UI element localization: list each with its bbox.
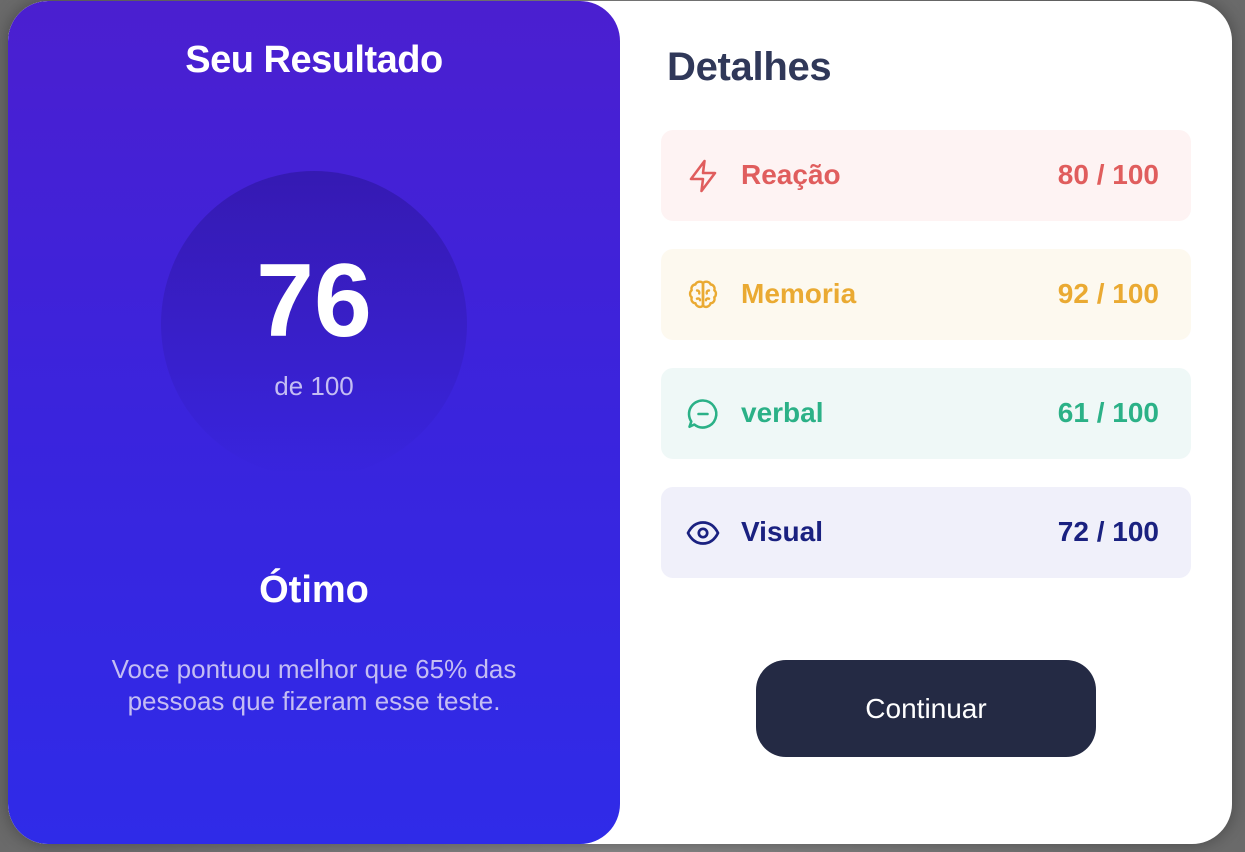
detail-row-reacao: Reação 80 / 100 <box>661 130 1191 221</box>
result-title: Seu Resultado <box>185 39 443 81</box>
detail-row-verbal: verbal 61 / 100 <box>661 368 1191 459</box>
rating-description: Voce pontuou melhor que 65% das pessoas … <box>111 654 517 716</box>
detail-row-visual: Visual 72 / 100 <box>661 487 1191 578</box>
result-panel: Seu Resultado 76 de 100 Ótimo Voce pontu… <box>8 1 620 844</box>
detail-value: 72 / 100 <box>1057 516 1159 547</box>
continue-button[interactable]: Continuar <box>756 660 1096 757</box>
detail-label: verbal <box>741 397 824 428</box>
results-card: Seu Resultado 76 de 100 Ótimo Voce pontu… <box>8 1 1232 844</box>
detail-label: Reação <box>741 159 841 190</box>
eye-icon <box>686 521 720 545</box>
score-circle: 76 de 100 <box>161 171 467 477</box>
lightning-icon <box>689 159 717 193</box>
detail-label: Visual <box>741 516 823 547</box>
details-title: Detalhes <box>667 45 832 89</box>
chat-icon <box>687 399 718 429</box>
score-max: de 100 <box>274 371 354 401</box>
detail-row-memoria: Memoria 92 / 100 <box>661 249 1191 340</box>
score-value: 76 <box>256 243 372 359</box>
detail-label: Memoria <box>741 278 857 309</box>
detail-value: 61 / 100 <box>1057 397 1159 428</box>
detail-value: 80 / 100 <box>1057 159 1159 190</box>
rating-label: Ótimo <box>259 569 369 611</box>
brain-icon <box>688 280 718 309</box>
detail-value: 92 / 100 <box>1057 278 1159 309</box>
